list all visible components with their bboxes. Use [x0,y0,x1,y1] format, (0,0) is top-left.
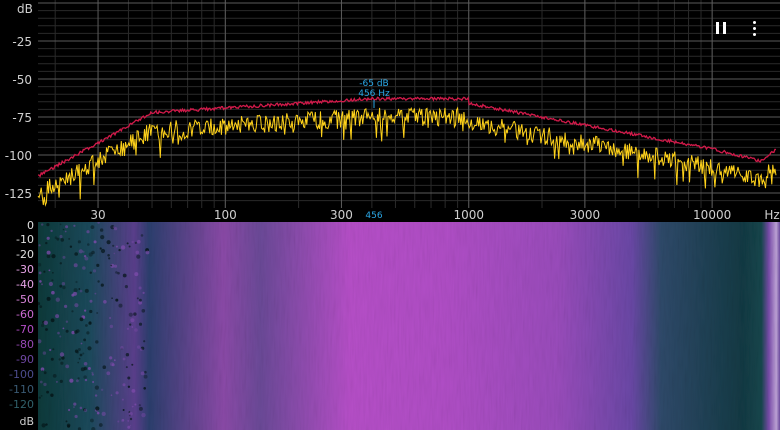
x-tick-labels: 30 100 300 1000 3000 10000 [90,208,731,222]
scale-label: 0 [27,219,34,232]
scale-label: -80 [16,338,34,351]
scale-label: -60 [16,308,34,321]
scale-label: -110 [9,383,34,396]
spectrogram-waterfall[interactable] [38,222,780,430]
y-tick-label: -25 [12,35,32,49]
scale-label: -20 [16,248,34,261]
grid-minor [38,0,780,208]
scale-unit-label: dB [19,415,34,428]
analyzer-screen: dB -25 -50 -75 -100 -125 30 100 300 1000 300… [0,0,780,430]
peak-db-label: -65 dB [359,79,388,89]
x-tick-label: 10000 [693,208,731,222]
spectrum-chart[interactable]: dB -25 -50 -75 -100 -125 30 100 300 1000 300… [0,0,780,222]
y-unit-label: dB [17,2,33,16]
scale-label: -100 [9,368,34,381]
y-tick-label: -125 [5,187,32,201]
overflow-menu-button[interactable] [743,16,767,40]
scale-label: -50 [16,293,34,306]
spectrogram-db-scale: 0 -10 -20 -30 -40 -50 -60 -70 -80 -90 -1… [0,219,38,430]
y-tick-label: -50 [12,73,32,87]
scale-label: -30 [16,263,34,276]
grid-major [38,0,780,208]
scale-label: -90 [16,353,34,366]
y-tick-labels: -25 -50 -75 -100 -125 [5,35,32,201]
peak-hz-label: 456 Hz [358,89,390,99]
scale-label: -120 [9,398,34,411]
y-tick-label: -100 [5,149,32,163]
x-tick-label: 100 [214,208,237,222]
scale-label: -40 [16,278,34,291]
x-tick-label: 300 [330,208,353,222]
live-spectrum-trace [37,106,777,207]
y-tick-label: -75 [12,111,32,125]
spectrogram-image [38,222,780,430]
x-tick-label: 1000 [453,208,484,222]
x-unit-label: Hz [764,208,779,222]
cursor-frequency-label: 456 [365,211,382,221]
pause-button[interactable] [709,16,733,40]
scale-label: -10 [16,233,34,246]
x-tick-label: 3000 [570,208,601,222]
x-tick-label: 30 [90,208,105,222]
scale-label: -70 [16,323,34,336]
